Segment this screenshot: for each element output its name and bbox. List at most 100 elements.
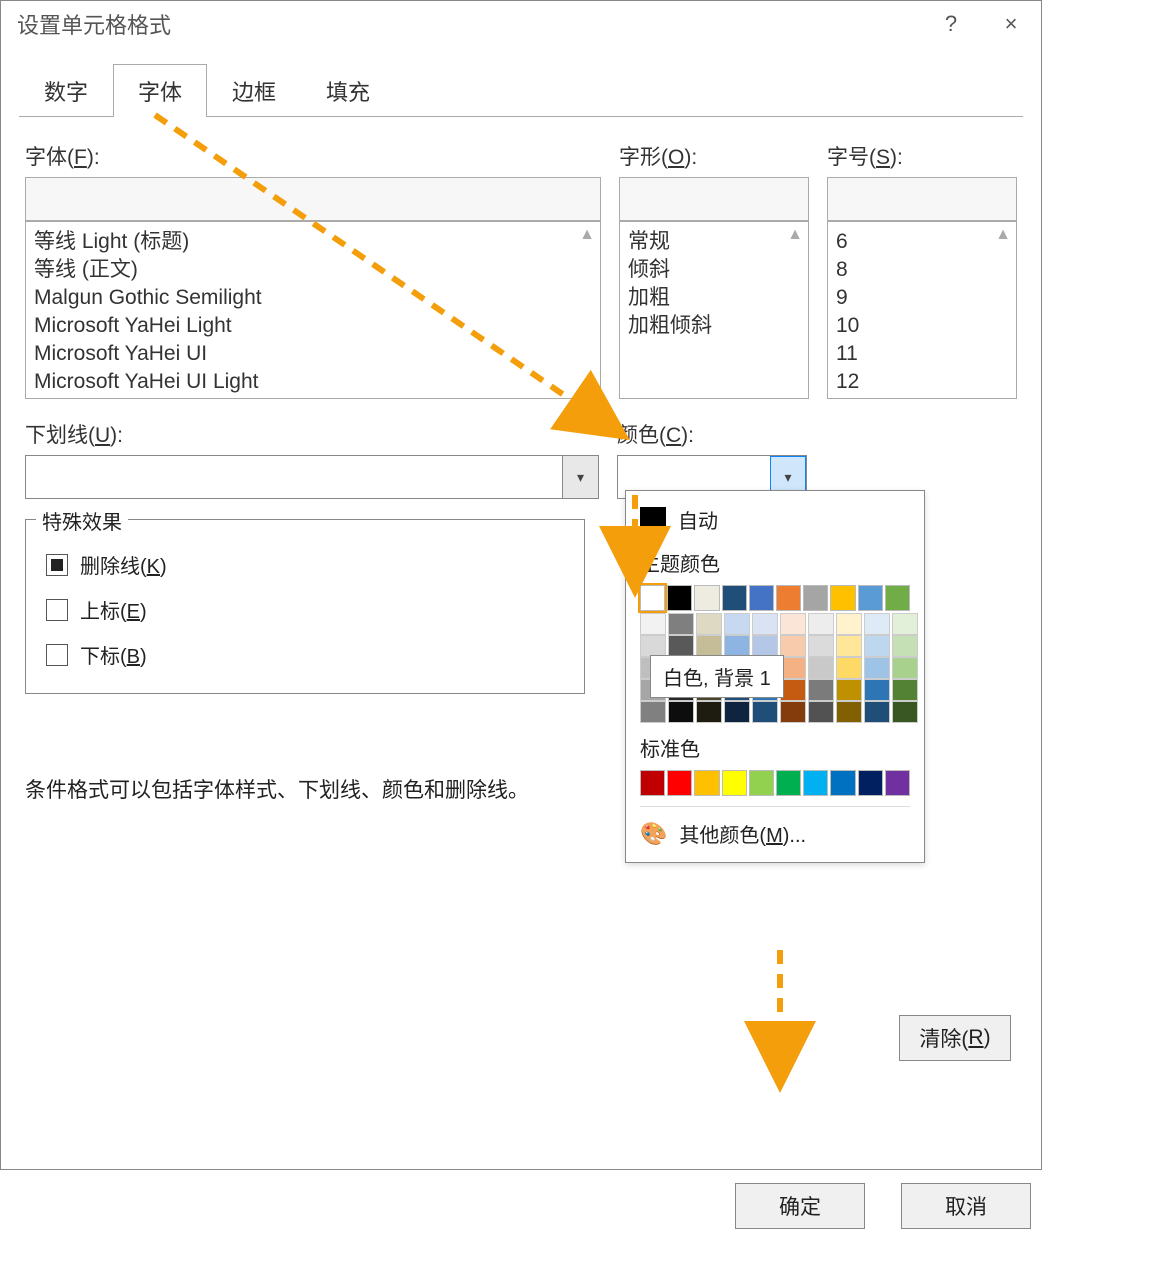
color-swatch[interactable] — [722, 770, 747, 796]
color-swatch[interactable] — [749, 770, 774, 796]
checkbox-strikethrough[interactable]: 删除线(K) — [46, 550, 564, 579]
color-swatch[interactable] — [780, 701, 806, 723]
list-item[interactable]: 9 — [836, 284, 988, 312]
color-swatch[interactable] — [752, 701, 778, 723]
color-auto-row[interactable]: 自动 — [640, 505, 910, 534]
color-swatch[interactable] — [696, 635, 722, 657]
color-swatch[interactable] — [830, 585, 855, 611]
color-swatch[interactable] — [836, 635, 862, 657]
color-swatch[interactable] — [752, 635, 778, 657]
color-swatch[interactable] — [864, 679, 890, 701]
tab-border[interactable]: 边框 — [207, 64, 301, 117]
style-listbox[interactable]: 常规 倾斜 加粗 加粗倾斜 ▲ — [619, 221, 809, 399]
color-swatch[interactable] — [892, 701, 918, 723]
color-swatch[interactable] — [694, 770, 719, 796]
list-item[interactable]: 8 — [836, 256, 988, 284]
size-input[interactable] — [827, 177, 1017, 221]
list-item[interactable]: 12 — [836, 368, 988, 396]
color-swatch[interactable] — [724, 613, 750, 635]
size-listbox[interactable]: 6 8 9 10 11 12 ▲ — [827, 221, 1017, 399]
color-swatch[interactable] — [892, 679, 918, 701]
style-input[interactable] — [619, 177, 809, 221]
color-swatch[interactable] — [696, 701, 722, 723]
color-swatch[interactable] — [724, 701, 750, 723]
color-swatch[interactable] — [803, 770, 828, 796]
close-button[interactable]: × — [981, 1, 1041, 47]
list-item[interactable]: 6 — [836, 228, 988, 256]
color-swatch[interactable] — [776, 770, 801, 796]
color-swatch[interactable] — [668, 701, 694, 723]
tab-number[interactable]: 数字 — [19, 64, 113, 117]
color-swatch[interactable] — [830, 770, 855, 796]
color-swatch[interactable] — [668, 613, 694, 635]
color-swatch[interactable] — [722, 585, 747, 611]
tab-font[interactable]: 字体 — [113, 64, 207, 117]
list-item[interactable]: 11 — [836, 340, 988, 368]
color-swatch[interactable] — [668, 635, 694, 657]
color-swatch[interactable] — [864, 701, 890, 723]
font-listbox[interactable]: 等线 Light (标题) 等线 (正文) Malgun Gothic Semi… — [25, 221, 601, 399]
color-swatch[interactable] — [776, 585, 801, 611]
list-item[interactable]: Microsoft YaHei Light — [34, 312, 572, 340]
color-swatch[interactable] — [724, 635, 750, 657]
list-item[interactable]: 等线 (正文) — [34, 256, 572, 284]
chevron-down-icon[interactable]: ▾ — [562, 456, 598, 498]
cancel-button[interactable]: 取消 — [901, 1183, 1031, 1229]
color-swatch[interactable] — [836, 613, 862, 635]
color-swatch[interactable] — [640, 635, 666, 657]
list-item[interactable]: Malgun Gothic Semilight — [34, 284, 572, 312]
color-swatch[interactable] — [864, 657, 890, 679]
color-swatch[interactable] — [836, 701, 862, 723]
scroll-up-icon[interactable]: ▲ — [576, 226, 598, 244]
help-button[interactable]: ? — [921, 1, 981, 47]
color-swatch[interactable] — [780, 679, 806, 701]
color-swatch[interactable] — [864, 635, 890, 657]
color-swatch[interactable] — [885, 585, 910, 611]
list-item[interactable]: Microsoft YaHei UI Light — [34, 368, 572, 396]
color-swatch[interactable] — [858, 585, 883, 611]
tab-fill[interactable]: 填充 — [301, 64, 395, 117]
list-item[interactable]: 倾斜 — [628, 256, 780, 284]
more-colors-button[interactable]: 🎨 其他颜色(M)... — [640, 806, 910, 852]
underline-dropdown[interactable]: ▾ — [25, 455, 599, 499]
clear-button[interactable]: 清除(R) — [899, 1015, 1011, 1061]
list-item[interactable]: 加粗倾斜 — [628, 312, 780, 340]
scroll-up-icon[interactable]: ▲ — [992, 226, 1014, 244]
color-swatch[interactable] — [749, 585, 774, 611]
color-swatch[interactable] — [752, 613, 778, 635]
checkbox-superscript[interactable]: 上标(E) — [46, 595, 564, 624]
list-item[interactable]: 常规 — [628, 228, 780, 256]
list-item[interactable]: Microsoft YaHei UI — [34, 340, 572, 368]
list-item[interactable]: 等线 Light (标题) — [34, 228, 572, 256]
color-swatch[interactable] — [780, 657, 806, 679]
list-item[interactable]: 10 — [836, 312, 988, 340]
color-swatch[interactable] — [694, 585, 719, 611]
color-swatch[interactable] — [780, 635, 806, 657]
color-swatch[interactable] — [696, 613, 722, 635]
ok-button[interactable]: 确定 — [735, 1183, 865, 1229]
color-swatch[interactable] — [892, 635, 918, 657]
color-swatch[interactable] — [892, 613, 918, 635]
color-swatch[interactable] — [640, 613, 666, 635]
color-swatch[interactable] — [640, 701, 666, 723]
color-swatch[interactable] — [640, 585, 665, 611]
checkbox-subscript[interactable]: 下标(B) — [46, 640, 564, 669]
color-swatch[interactable] — [803, 585, 828, 611]
color-swatch[interactable] — [640, 770, 665, 796]
color-swatch[interactable] — [864, 613, 890, 635]
scroll-up-icon[interactable]: ▲ — [784, 226, 806, 244]
color-swatch[interactable] — [836, 679, 862, 701]
color-swatch[interactable] — [808, 701, 834, 723]
color-swatch[interactable] — [667, 770, 692, 796]
color-swatch[interactable] — [892, 657, 918, 679]
color-swatch[interactable] — [780, 613, 806, 635]
color-swatch[interactable] — [808, 635, 834, 657]
color-swatch[interactable] — [808, 657, 834, 679]
color-swatch[interactable] — [858, 770, 883, 796]
color-swatch[interactable] — [808, 613, 834, 635]
color-swatch[interactable] — [667, 585, 692, 611]
color-swatch[interactable] — [836, 657, 862, 679]
list-item[interactable]: 加粗 — [628, 284, 780, 312]
color-swatch[interactable] — [885, 770, 910, 796]
font-input[interactable] — [25, 177, 601, 221]
